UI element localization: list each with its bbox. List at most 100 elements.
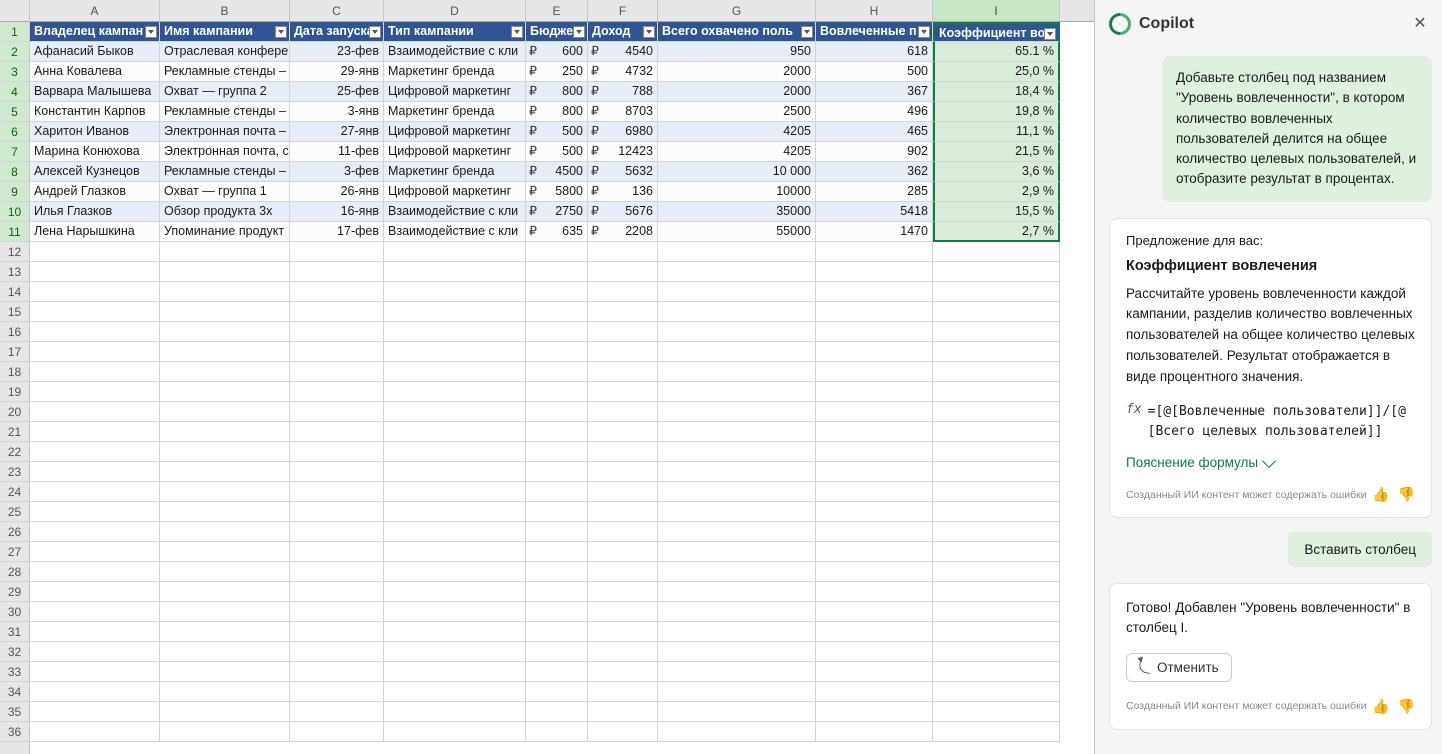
cell-G28[interactable] (658, 562, 816, 582)
insert-column-button[interactable]: Вставить столбец (1288, 532, 1432, 567)
cell-D33[interactable] (384, 662, 526, 682)
cell-I22[interactable] (933, 442, 1060, 462)
cell-D5[interactable]: Маркетинг бренда (384, 102, 526, 122)
cell-G26[interactable] (658, 522, 816, 542)
cell-F21[interactable] (588, 422, 658, 442)
cell-E23[interactable] (526, 462, 588, 482)
cell-G32[interactable] (658, 642, 816, 662)
filter-icon[interactable] (369, 26, 381, 38)
cell-G15[interactable] (658, 302, 816, 322)
cell-G18[interactable] (658, 362, 816, 382)
cell-B32[interactable] (160, 642, 290, 662)
cell-G35[interactable] (658, 702, 816, 722)
cell-G31[interactable] (658, 622, 816, 642)
cell-A21[interactable] (30, 422, 160, 442)
cell-I14[interactable] (933, 282, 1060, 302)
cell-F7[interactable]: ₽12423 (588, 142, 658, 162)
cell-G19[interactable] (658, 382, 816, 402)
cell-D4[interactable]: Цифровой маркетинг (384, 82, 526, 102)
cell-B9[interactable]: Охват — группа 1 (160, 182, 290, 202)
cell-I17[interactable] (933, 342, 1060, 362)
cell-E32[interactable] (526, 642, 588, 662)
cell-I2[interactable]: 65.1 % (933, 42, 1060, 62)
cell-D27[interactable] (384, 542, 526, 562)
row-header-36[interactable]: 36 (0, 722, 29, 742)
cell-I12[interactable] (933, 242, 1060, 262)
cell-C27[interactable] (290, 542, 384, 562)
row-header-12[interactable]: 12 (0, 242, 29, 262)
cell-G21[interactable] (658, 422, 816, 442)
cell-E19[interactable] (526, 382, 588, 402)
cell-F9[interactable]: ₽136 (588, 182, 658, 202)
cell-F16[interactable] (588, 322, 658, 342)
cell-B35[interactable] (160, 702, 290, 722)
cell-H35[interactable] (816, 702, 933, 722)
cell-B18[interactable] (160, 362, 290, 382)
cell-B6[interactable]: Электронная почта – (160, 122, 290, 142)
cell-H3[interactable]: 500 (816, 62, 933, 82)
cell-E29[interactable] (526, 582, 588, 602)
cell-G8[interactable]: 10 000 (658, 162, 816, 182)
cell-G25[interactable] (658, 502, 816, 522)
cell-H26[interactable] (816, 522, 933, 542)
filter-icon[interactable] (801, 26, 813, 38)
cell-C20[interactable] (290, 402, 384, 422)
cell-H28[interactable] (816, 562, 933, 582)
cell-C33[interactable] (290, 662, 384, 682)
column-header-G[interactable]: G (658, 0, 816, 21)
row-header-15[interactable]: 15 (0, 302, 29, 322)
cell-F14[interactable] (588, 282, 658, 302)
row-header-20[interactable]: 20 (0, 402, 29, 422)
cell-B3[interactable]: Рекламные стенды – (160, 62, 290, 82)
row-header-23[interactable]: 23 (0, 462, 29, 482)
cell-E34[interactable] (526, 682, 588, 702)
cell-H12[interactable] (816, 242, 933, 262)
cell-G33[interactable] (658, 662, 816, 682)
cell-E11[interactable]: ₽635 (526, 222, 588, 242)
cell-E25[interactable] (526, 502, 588, 522)
cell-G14[interactable] (658, 282, 816, 302)
cell-H15[interactable] (816, 302, 933, 322)
cell-D21[interactable] (384, 422, 526, 442)
cell-A13[interactable] (30, 262, 160, 282)
cell-D7[interactable]: Цифровой маркетинг (384, 142, 526, 162)
row-header-21[interactable]: 21 (0, 422, 29, 442)
cell-G34[interactable] (658, 682, 816, 702)
cell-C3[interactable]: 29-янв (290, 62, 384, 82)
filter-icon[interactable] (643, 26, 655, 38)
cell-G24[interactable] (658, 482, 816, 502)
cell-F22[interactable] (588, 442, 658, 462)
cell-A19[interactable] (30, 382, 160, 402)
select-all-corner[interactable] (0, 0, 29, 22)
filter-icon[interactable] (145, 26, 157, 38)
cell-E3[interactable]: ₽250 (526, 62, 588, 82)
cell-B11[interactable]: Упоминание продукт (160, 222, 290, 242)
cell-G3[interactable]: 2000 (658, 62, 816, 82)
cell-B25[interactable] (160, 502, 290, 522)
cell-D23[interactable] (384, 462, 526, 482)
cell-B29[interactable] (160, 582, 290, 602)
explain-formula-toggle[interactable]: Пояснение формулы (1126, 455, 1415, 470)
cell-H11[interactable]: 1470 (816, 222, 933, 242)
cell-C15[interactable] (290, 302, 384, 322)
cell-G2[interactable]: 950 (658, 42, 816, 62)
cell-H2[interactable]: 618 (816, 42, 933, 62)
cell-B34[interactable] (160, 682, 290, 702)
cell-C16[interactable] (290, 322, 384, 342)
cell-G17[interactable] (658, 342, 816, 362)
cell-E8[interactable]: ₽4500 (526, 162, 588, 182)
table-header-H[interactable]: Вовлеченные п (816, 22, 933, 42)
table-header-C[interactable]: Дата запуска (290, 22, 384, 42)
cell-A9[interactable]: Андрей Глазков (30, 182, 160, 202)
cell-H20[interactable] (816, 402, 933, 422)
row-header-33[interactable]: 33 (0, 662, 29, 682)
cell-A32[interactable] (30, 642, 160, 662)
cell-E9[interactable]: ₽5800 (526, 182, 588, 202)
cell-H8[interactable]: 362 (816, 162, 933, 182)
cell-F29[interactable] (588, 582, 658, 602)
row-header-29[interactable]: 29 (0, 582, 29, 602)
row-header-3[interactable]: 3 (0, 62, 29, 82)
cell-I33[interactable] (933, 662, 1060, 682)
cell-E36[interactable] (526, 722, 588, 742)
cell-A34[interactable] (30, 682, 160, 702)
